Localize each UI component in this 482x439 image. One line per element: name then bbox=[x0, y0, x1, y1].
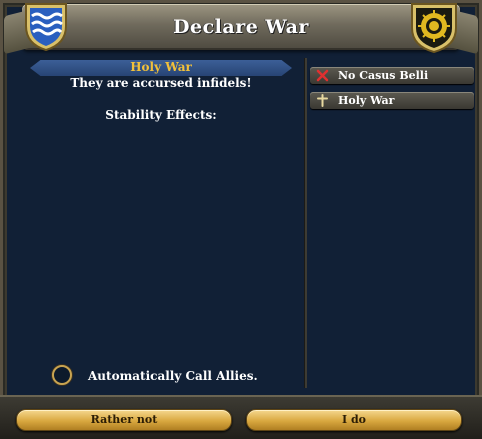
target-country-shield-icon[interactable] bbox=[408, 0, 460, 54]
cb-list-item-label: Holy War bbox=[338, 94, 395, 107]
call-allies-label: Automatically Call Allies. bbox=[88, 369, 258, 383]
own-country-shield-icon[interactable] bbox=[22, 0, 70, 52]
title-banner: Declare War bbox=[22, 4, 460, 50]
call-allies-checkbox[interactable] bbox=[52, 365, 72, 385]
cb-list-item-no-casus-belli[interactable]: No Casus Belli bbox=[310, 67, 474, 84]
rather-not-button[interactable]: Rather not bbox=[16, 409, 232, 431]
window-title: Declare War bbox=[173, 16, 309, 38]
casus-belli-description: They are accursed infidels! bbox=[70, 76, 252, 90]
stability-effects-label: Stability Effects: bbox=[105, 108, 217, 122]
red-x-icon bbox=[316, 69, 329, 82]
cb-list-item-holy-war[interactable]: Holy War bbox=[310, 92, 474, 109]
panel-divider bbox=[304, 58, 307, 388]
cb-list-item-label: No Casus Belli bbox=[338, 69, 429, 82]
i-do-button[interactable]: I do bbox=[246, 409, 462, 431]
cross-icon bbox=[316, 94, 329, 107]
casus-belli-title: Holy War bbox=[130, 60, 192, 74]
